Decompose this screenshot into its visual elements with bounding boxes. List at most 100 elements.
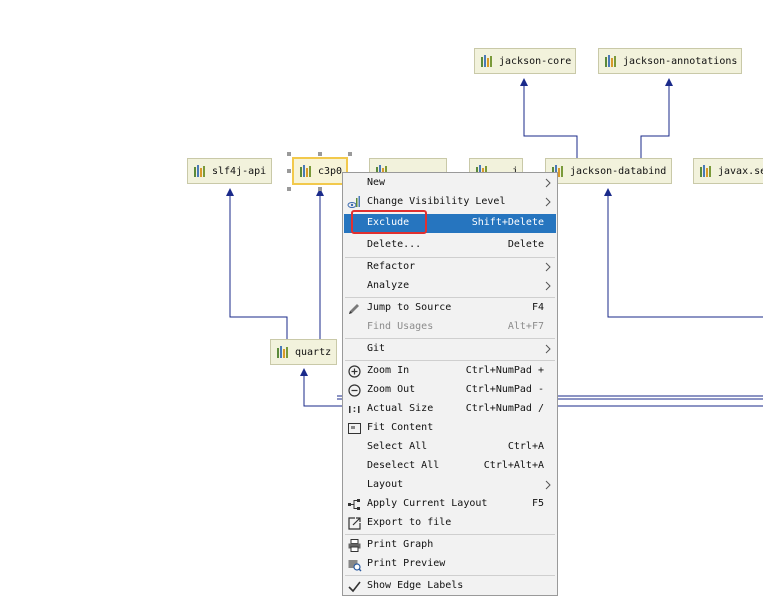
node-quartz[interactable]: quartz (270, 339, 337, 365)
menu-item-delete[interactable]: Delete... Delete (344, 236, 556, 255)
menu-item-exclude[interactable]: Exclude Shift+Delete (344, 214, 556, 233)
node-label: quartz (295, 346, 332, 358)
menu-item-zoom-in[interactable]: Zoom In Ctrl+NumPad + (344, 362, 556, 381)
menu-separator (345, 297, 555, 298)
menu-item-shortcut: Ctrl+A (507, 441, 544, 452)
node-label: c3p0 (318, 165, 343, 177)
menu-item-find-usages[interactable]: Find Usages Alt+F7 (344, 318, 556, 337)
edge-databind-core (523, 80, 578, 158)
menu-item-label: Layout (367, 479, 404, 490)
submenu-arrow-icon (545, 178, 551, 188)
menu-item-label: Show Edge Labels (367, 580, 464, 591)
menu-item-label: Refactor (367, 261, 416, 272)
menu-item-change-visibility-level[interactable]: Change Visibility Level (344, 193, 556, 212)
print-preview-icon (347, 557, 362, 572)
selection-handle[interactable] (287, 152, 291, 156)
menu-item-actual-size[interactable]: Actual Size Ctrl+NumPad / (344, 400, 556, 419)
menu-item-fit-content[interactable]: Fit Content (344, 419, 556, 438)
submenu-arrow-icon (545, 197, 551, 207)
edge-quartz-slf4j (229, 190, 288, 339)
zoom-in-icon (347, 364, 362, 379)
menu-item-deselect-all[interactable]: Deselect All Ctrl+Alt+A (344, 457, 556, 476)
node-javax[interactable]: javax.se (693, 158, 763, 184)
menu-item-label: Export to file (367, 517, 452, 528)
menu-item-label: Print Graph (367, 539, 434, 550)
selection-handle[interactable] (287, 187, 291, 191)
menu-item-git[interactable]: Git (344, 340, 556, 359)
selection-handle[interactable] (348, 152, 352, 156)
zoom-out-icon (347, 383, 362, 398)
node-jackson-annotations[interactable]: jackson-annotations (598, 48, 742, 74)
eye-bars-icon (347, 195, 362, 210)
printer-icon (347, 538, 362, 553)
menu-item-label: Fit Content (367, 422, 434, 433)
menu-item-export-to-file[interactable]: Export to file (344, 514, 556, 533)
menu-item-shortcut: Ctrl+NumPad / (465, 403, 544, 414)
menu-item-print-preview[interactable]: Print Preview (344, 555, 556, 574)
actual-size-icon (347, 402, 362, 417)
menu-separator (345, 360, 555, 361)
menu-item-label: Print Preview (367, 558, 446, 569)
menu-item-shortcut: F4 (531, 302, 544, 313)
checkmark-icon (347, 579, 362, 594)
library-bars-icon (481, 55, 492, 67)
node-c3p0[interactable]: c3p0 (292, 157, 348, 185)
menu-item-shortcut: Ctrl+Alt+A (483, 460, 544, 471)
menu-item-new[interactable]: New (344, 174, 556, 193)
menu-item-label: Git (367, 343, 386, 354)
node-label: jackson-core (499, 55, 572, 67)
library-bars-icon (277, 346, 288, 358)
menu-item-layout[interactable]: Layout (344, 476, 556, 495)
menu-item-jump-to-source[interactable]: Jump to Source F4 (344, 299, 556, 318)
library-bars-icon (300, 165, 311, 177)
context-menu: New Change Visibility Level Exclude Shif… (342, 172, 558, 596)
menu-item-print-graph[interactable]: Print Graph (344, 536, 556, 555)
menu-item-analyze[interactable]: Analyze (344, 277, 556, 296)
selection-handle[interactable] (318, 187, 322, 191)
menu-item-shortcut: Alt+F7 (507, 321, 544, 332)
menu-item-label: Exclude (367, 217, 410, 228)
menu-separator (345, 338, 555, 339)
node-label: jackson-annotations (623, 55, 738, 67)
menu-item-select-all[interactable]: Select All Ctrl+A (344, 438, 556, 457)
menu-item-label: Select All (367, 441, 428, 452)
menu-item-label: Jump to Source (367, 302, 452, 313)
library-bars-icon (194, 165, 205, 177)
selection-handle[interactable] (287, 169, 291, 173)
edge-databind-annotations (640, 80, 670, 158)
menu-item-label: Delete... (367, 239, 422, 250)
node-label: jackson-databind (570, 165, 667, 177)
menu-item-label: Zoom In (367, 365, 410, 376)
edge-to-databind (607, 190, 763, 318)
submenu-arrow-icon (545, 281, 551, 291)
node-jackson-databind[interactable]: jackson-databind (545, 158, 672, 184)
menu-separator (345, 575, 555, 576)
submenu-arrow-icon (545, 344, 551, 354)
menu-item-shortcut: Shift+Delete (471, 217, 544, 228)
menu-item-label: Zoom Out (367, 384, 416, 395)
menu-item-label: Apply Current Layout (367, 498, 488, 509)
export-icon (347, 516, 362, 531)
menu-item-zoom-out[interactable]: Zoom Out Ctrl+NumPad - (344, 381, 556, 400)
pencil-icon (347, 301, 362, 316)
menu-item-label: Actual Size (367, 403, 434, 414)
layout-tree-icon (347, 497, 362, 512)
menu-item-label: Deselect All (367, 460, 440, 471)
library-bars-icon (605, 55, 616, 67)
menu-item-refactor[interactable]: Refactor (344, 258, 556, 277)
library-bars-icon (700, 165, 711, 177)
menu-item-label: Analyze (367, 280, 410, 291)
fit-content-icon (347, 421, 362, 436)
menu-item-label: Find Usages (367, 321, 434, 332)
submenu-arrow-icon (545, 262, 551, 272)
node-label: javax.se (718, 165, 763, 177)
node-label: slf4j-api (212, 165, 267, 177)
menu-item-show-edge-labels[interactable]: Show Edge Labels (344, 577, 556, 596)
menu-item-apply-current-layout[interactable]: Apply Current Layout F5 (344, 495, 556, 514)
menu-item-label: New (367, 177, 386, 188)
node-slf4j-api[interactable]: slf4j-api (187, 158, 272, 184)
menu-item-shortcut: Ctrl+NumPad + (465, 365, 544, 376)
selection-handle[interactable] (318, 152, 322, 156)
menu-item-shortcut: F5 (531, 498, 544, 509)
node-jackson-core[interactable]: jackson-core (474, 48, 576, 74)
